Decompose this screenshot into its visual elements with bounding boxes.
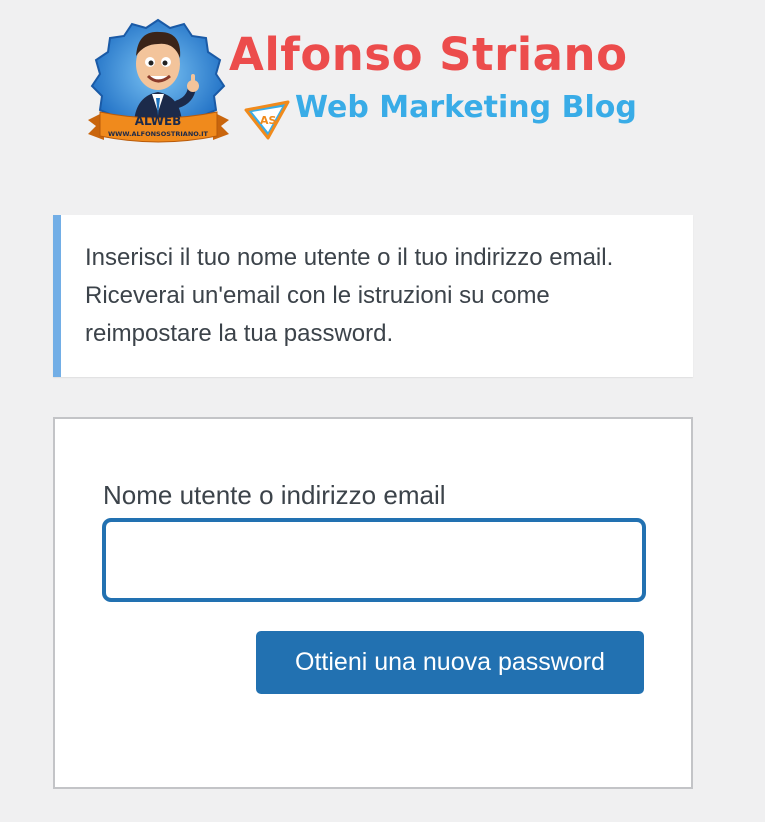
get-new-password-button[interactable]: Ottieni una nuova password xyxy=(256,631,644,694)
lost-password-form: Nome utente o indirizzo email Ottieni un… xyxy=(53,417,693,789)
brand-tagline: Web Marketing Blog xyxy=(295,90,637,125)
badge-url: WWW.ALFONSOSTRIANO.IT xyxy=(108,130,209,138)
instructions-message: Inserisci il tuo nome utente o il tuo in… xyxy=(53,215,693,377)
badge-title: ALWEB xyxy=(135,114,182,128)
brand-name: Alfonso Striano xyxy=(229,28,628,81)
username-email-input[interactable] xyxy=(103,519,645,601)
site-logo[interactable]: ALWEB WWW.ALFONSOSTRIANO.IT Alfonso Stri… xyxy=(86,12,676,152)
instructions-text: Inserisci il tuo nome utente o il tuo in… xyxy=(85,244,614,347)
as-logo-icon: AS xyxy=(244,100,290,140)
as-logo-letters: AS xyxy=(260,114,277,127)
username-email-label: Nome utente o indirizzo email xyxy=(103,480,446,510)
mascot-badge-icon: ALWEB WWW.ALFONSOSTRIANO.IT xyxy=(88,18,229,143)
